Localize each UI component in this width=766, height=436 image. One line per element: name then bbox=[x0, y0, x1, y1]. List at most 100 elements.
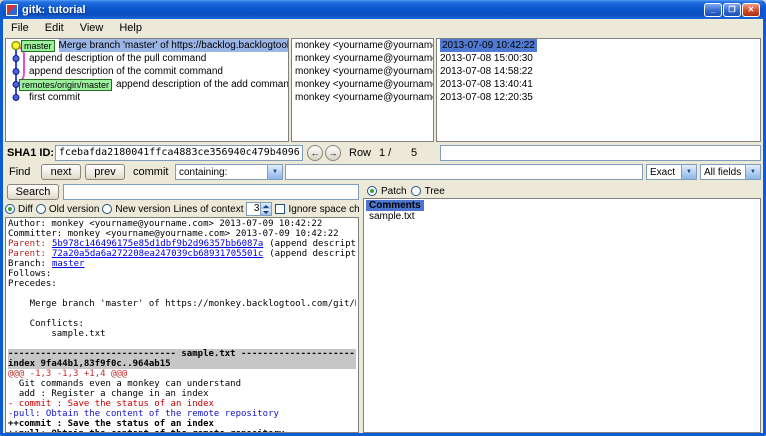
date-cell[interactable]: 2013-07-09 10:42:22 bbox=[437, 39, 760, 52]
view-options-bar: Patch Tree bbox=[367, 184, 445, 198]
find-button[interactable]: Find bbox=[9, 166, 30, 178]
find-commit-label: commit bbox=[133, 166, 168, 178]
menu-view[interactable]: View bbox=[72, 21, 112, 35]
parent1-sha-link[interactable]: 5b978c146496175e85d1dbf9b2d96357bb6087a bbox=[52, 239, 263, 249]
lines-of-context-label: Lines of context bbox=[173, 204, 243, 215]
diff-added-line: ++pull: Obtain the content of the remote… bbox=[8, 429, 356, 433]
search-button[interactable]: Search bbox=[7, 184, 59, 200]
menu-edit[interactable]: Edit bbox=[37, 21, 72, 35]
dropdown-arrow-icon: ▼ bbox=[745, 165, 760, 179]
commit-graph-pane[interactable]: master Merge branch 'master' of https://… bbox=[5, 38, 289, 142]
parent1-rest: (append description of the bbox=[269, 239, 356, 249]
author-cell[interactable]: monkey <yourname@yourname.com> bbox=[292, 39, 433, 52]
context-lines-stepper[interactable]: 3 bbox=[246, 202, 272, 216]
sha1-extra-input[interactable] bbox=[440, 145, 761, 161]
branch-label-remotes-origin-master[interactable]: remotes/origin/master bbox=[19, 79, 112, 91]
date-text: 2013-07-08 14:58:22 bbox=[440, 65, 533, 78]
hunk-header-line: @@@ -1,3 -1,3 +1,4 @@@ bbox=[8, 369, 356, 379]
commit-subject: Merge branch 'master' of https://backlog… bbox=[59, 39, 288, 52]
find-prev-button[interactable]: prev bbox=[85, 164, 125, 180]
author-cell[interactable]: monkey <yourname@yourname.com> bbox=[292, 65, 433, 78]
commit-subject: first commit bbox=[29, 91, 80, 104]
date-text: 2013-07-08 12:20:35 bbox=[440, 91, 533, 104]
diff-radio[interactable] bbox=[5, 204, 15, 214]
find-match-dropdown[interactable]: Exact ▼ bbox=[646, 164, 697, 180]
follows-line: Follows: bbox=[8, 269, 356, 279]
dropdown-arrow-icon: ▼ bbox=[267, 165, 282, 179]
find-containing-dropdown[interactable]: containing: ▼ bbox=[175, 164, 283, 180]
close-button[interactable]: ✕ bbox=[742, 3, 760, 17]
diff-removed-line: -pull: Obtain the content of the remote … bbox=[8, 409, 356, 419]
tree-radio[interactable] bbox=[411, 186, 421, 196]
sha1-label: SHA1 ID: bbox=[7, 147, 54, 159]
ignore-space-checkbox[interactable] bbox=[275, 204, 285, 214]
find-query-input[interactable] bbox=[285, 164, 643, 180]
date-cell[interactable]: 2013-07-08 13:40:41 bbox=[437, 78, 760, 91]
diff-context-line: add : Register a change in an index bbox=[8, 389, 356, 399]
file-list-comments[interactable]: Comments bbox=[366, 200, 424, 211]
file-list-pane[interactable]: Comments sample.txt bbox=[363, 198, 761, 433]
file-list-item[interactable]: sample.txt bbox=[366, 211, 758, 223]
find-next-button[interactable]: next bbox=[41, 164, 81, 180]
author-cell[interactable]: monkey <yourname@yourname.com> bbox=[292, 52, 433, 65]
row-label: Row bbox=[349, 147, 371, 159]
stepper-buttons bbox=[260, 203, 271, 215]
date-pane[interactable]: 2013-07-09 10:42:22 2013-07-08 15:00:30 … bbox=[436, 38, 761, 142]
new-version-radio[interactable] bbox=[102, 204, 112, 214]
history-forward-button[interactable]: → bbox=[325, 145, 341, 161]
file-separator-line[interactable]: ------------------------------- sample.t… bbox=[8, 349, 356, 359]
date-cell[interactable]: 2013-07-08 15:00:30 bbox=[437, 52, 760, 65]
diff-removed-line: - commit : Save the status of an index bbox=[8, 399, 356, 409]
sha1-bar: SHA1 ID: fcebafda2180041ffca4883ce356940… bbox=[3, 145, 761, 162]
forward-arrow-icon: → bbox=[329, 148, 338, 158]
find-fields-dropdown[interactable]: All fields ▼ bbox=[700, 164, 761, 180]
commit-row[interactable]: append description of the commit command bbox=[6, 65, 288, 78]
old-version-radio[interactable] bbox=[36, 204, 46, 214]
history-back-button[interactable]: ← bbox=[307, 145, 323, 161]
date-cell[interactable]: 2013-07-08 12:20:35 bbox=[437, 91, 760, 104]
context-lines-value: 3 bbox=[247, 203, 260, 215]
patch-radio[interactable] bbox=[367, 186, 377, 196]
conflicts-line: Conflicts: bbox=[8, 319, 356, 329]
containing-value: containing: bbox=[179, 167, 227, 178]
commit-subject: append description of the pull command bbox=[29, 52, 206, 65]
author-pane[interactable]: monkey <yourname@yourname.com> monkey <y… bbox=[291, 38, 434, 142]
parent-line: Parent:5b978c146496175e85d1dbf9b2d96357b… bbox=[8, 239, 356, 249]
commit-row[interactable]: master Merge branch 'master' of https://… bbox=[6, 39, 288, 52]
minimize-button[interactable]: _ bbox=[704, 3, 722, 17]
parent2-rest: (append description of the bbox=[269, 249, 356, 259]
spin-down-button[interactable] bbox=[261, 209, 271, 215]
menu-help[interactable]: Help bbox=[111, 21, 150, 35]
commit-row[interactable]: remotes/origin/master append description… bbox=[6, 78, 288, 91]
search-input[interactable] bbox=[63, 184, 359, 200]
patch-label: Patch bbox=[381, 186, 407, 197]
parent-line: Parent:72a20a5da6a272208ea247039cb689317… bbox=[8, 249, 356, 259]
window-title: gitk: tutorial bbox=[22, 4, 703, 16]
diff-view[interactable]: Author: monkey <yourname@yourname.com> 2… bbox=[5, 217, 359, 433]
diff-context-line: Git commands even a monkey can understan… bbox=[8, 379, 356, 389]
author-cell[interactable]: monkey <yourname@yourname.com> bbox=[292, 78, 433, 91]
menu-bar: File Edit View Help bbox=[3, 19, 763, 36]
diff-radio-label: Diff bbox=[18, 204, 33, 215]
author-text: monkey <yourname@yourname.com> bbox=[295, 39, 433, 52]
branch-label: Branch: bbox=[8, 259, 46, 269]
branch-line: Branch: master bbox=[8, 259, 356, 269]
sha1-input[interactable]: fcebafda2180041ffca4883ce356940c479b4096 bbox=[55, 145, 303, 161]
row-total: 5 bbox=[411, 147, 417, 159]
back-arrow-icon: ← bbox=[311, 148, 320, 158]
diff-added-line: ++commit : Save the status of an index bbox=[8, 419, 356, 429]
maximize-button[interactable]: ❐ bbox=[723, 3, 741, 17]
title-bar[interactable]: gitk: tutorial _ ❐ ✕ bbox=[3, 0, 763, 19]
author-text: monkey <yourname@yourname.com> bbox=[295, 65, 433, 78]
spin-up-icon bbox=[263, 205, 269, 208]
branch-label-master[interactable]: master bbox=[21, 40, 55, 52]
author-cell[interactable]: monkey <yourname@yourname.com> bbox=[292, 91, 433, 104]
branch-link[interactable]: master bbox=[52, 259, 85, 269]
commit-row[interactable]: append description of the pull command bbox=[6, 52, 288, 65]
commit-list: master Merge branch 'master' of https://… bbox=[6, 39, 288, 141]
parent2-sha-link[interactable]: 72a20a5da6a272208ea247039cb68931705501c bbox=[52, 249, 263, 259]
commit-row[interactable]: first commit bbox=[6, 91, 288, 104]
committer-line: Committer: monkey <yourname@yourname.com… bbox=[8, 229, 356, 239]
date-cell[interactable]: 2013-07-08 14:58:22 bbox=[437, 65, 760, 78]
menu-file[interactable]: File bbox=[3, 21, 37, 35]
